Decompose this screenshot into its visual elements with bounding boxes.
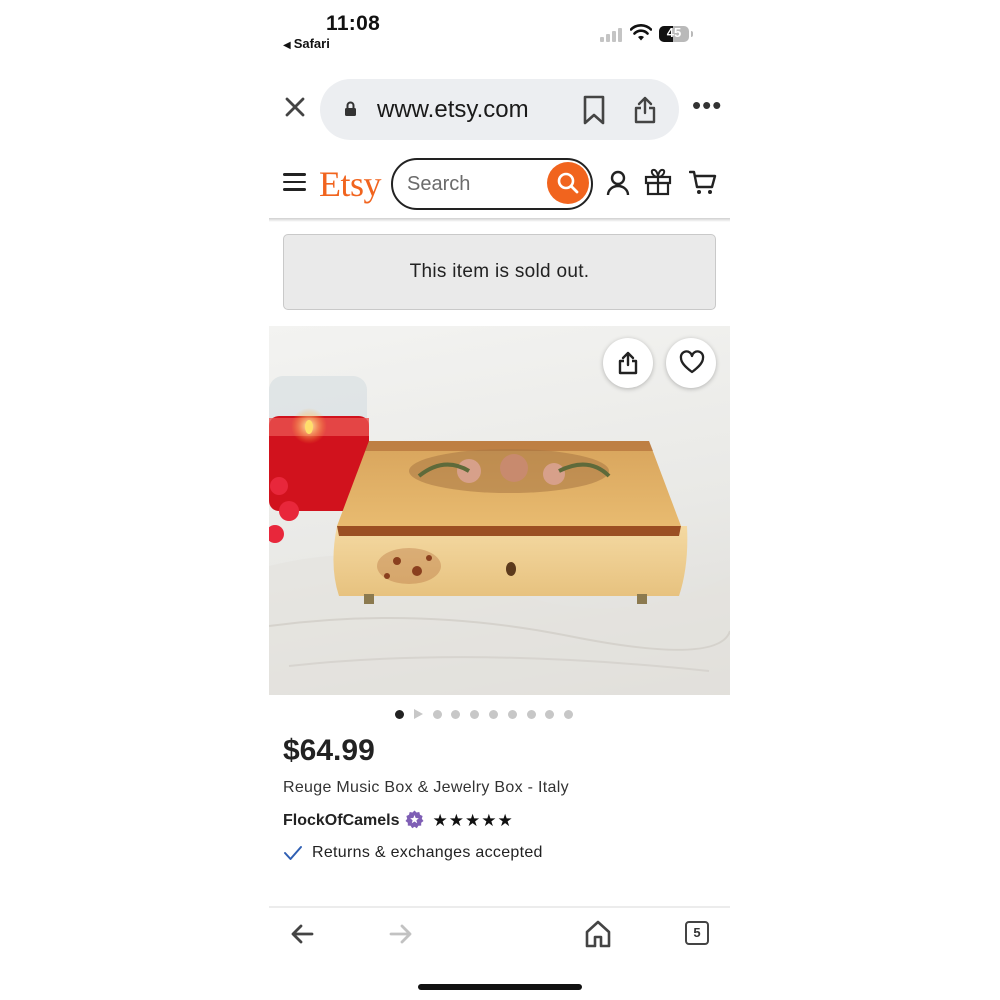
back-to-app[interactable]: ◀ Safari — [283, 36, 330, 51]
tabs-button[interactable]: 5 — [685, 921, 709, 945]
carousel-dot[interactable] — [451, 709, 461, 719]
hamburger-icon[interactable] — [283, 173, 306, 191]
share-icon[interactable] — [633, 95, 657, 130]
lock-icon — [344, 101, 357, 122]
search-bar — [391, 158, 593, 210]
wifi-icon — [629, 24, 653, 47]
home-icon[interactable] — [585, 920, 611, 953]
video-play-icon[interactable] — [413, 709, 423, 719]
bookmark-icon[interactable] — [582, 95, 606, 130]
share-image-button[interactable] — [603, 338, 653, 388]
battery-level: 45 — [666, 25, 682, 40]
product-image[interactable] — [269, 326, 730, 695]
shop-row: FlockOfCamels ★★★★★ — [283, 807, 514, 834]
gift-icon[interactable] — [644, 168, 672, 201]
share-icon — [618, 351, 638, 375]
header-divider — [269, 218, 730, 222]
battery-icon: 45 — [659, 25, 693, 42]
phone-screen: 11:08 ◀Safari 45 www.etsy.com ••• Etsy — [269, 0, 730, 1000]
search-button[interactable] — [547, 162, 589, 204]
returns-text: Returns & exchanges accepted — [312, 844, 543, 861]
listing-price: $64.99 — [283, 734, 375, 767]
listing-title: Reuge Music Box & Jewelry Box - Italy — [283, 779, 569, 796]
arrow-right-icon[interactable] — [389, 923, 413, 950]
arrow-left-icon[interactable] — [290, 923, 314, 950]
status-time: 11:08 — [326, 12, 381, 35]
back-app-label: Safari — [293, 36, 330, 51]
home-indicator[interactable] — [418, 984, 582, 990]
etsy-logo[interactable]: Etsy — [319, 163, 382, 205]
cart-icon[interactable] — [688, 170, 717, 201]
url-text[interactable]: www.etsy.com — [377, 96, 529, 124]
favorite-button[interactable] — [666, 338, 716, 388]
search-input[interactable] — [407, 169, 537, 199]
account-icon[interactable] — [606, 170, 630, 201]
carousel-dot[interactable] — [470, 709, 480, 719]
carousel-dot[interactable] — [488, 709, 498, 719]
checkmark-icon — [284, 846, 302, 860]
carousel-dot[interactable] — [507, 709, 517, 719]
carousel-dot[interactable] — [545, 709, 555, 719]
rating-stars[interactable]: ★★★★★ — [432, 811, 513, 831]
toolbar-divider — [269, 906, 730, 908]
more-icon[interactable]: ••• — [692, 92, 722, 118]
image-carousel-dots[interactable] — [395, 709, 583, 719]
carousel-dot[interactable] — [564, 709, 574, 719]
shop-name-link[interactable]: FlockOfCamels — [283, 812, 399, 830]
product-photo — [269, 376, 730, 695]
carousel-dot[interactable] — [395, 709, 404, 719]
sold-out-banner: This item is sold out. — [283, 234, 716, 310]
back-triangle-icon: ◀ — [283, 40, 291, 51]
address-bar[interactable]: www.etsy.com — [320, 79, 679, 140]
star-seller-badge-icon — [405, 810, 424, 834]
signal-icon — [600, 26, 624, 42]
search-icon — [557, 172, 579, 194]
carousel-dot[interactable] — [432, 709, 442, 719]
returns-policy: Returns & exchanges accepted — [283, 844, 543, 862]
carousel-dot[interactable] — [526, 709, 536, 719]
close-icon[interactable] — [284, 96, 306, 118]
heart-icon — [679, 350, 705, 374]
